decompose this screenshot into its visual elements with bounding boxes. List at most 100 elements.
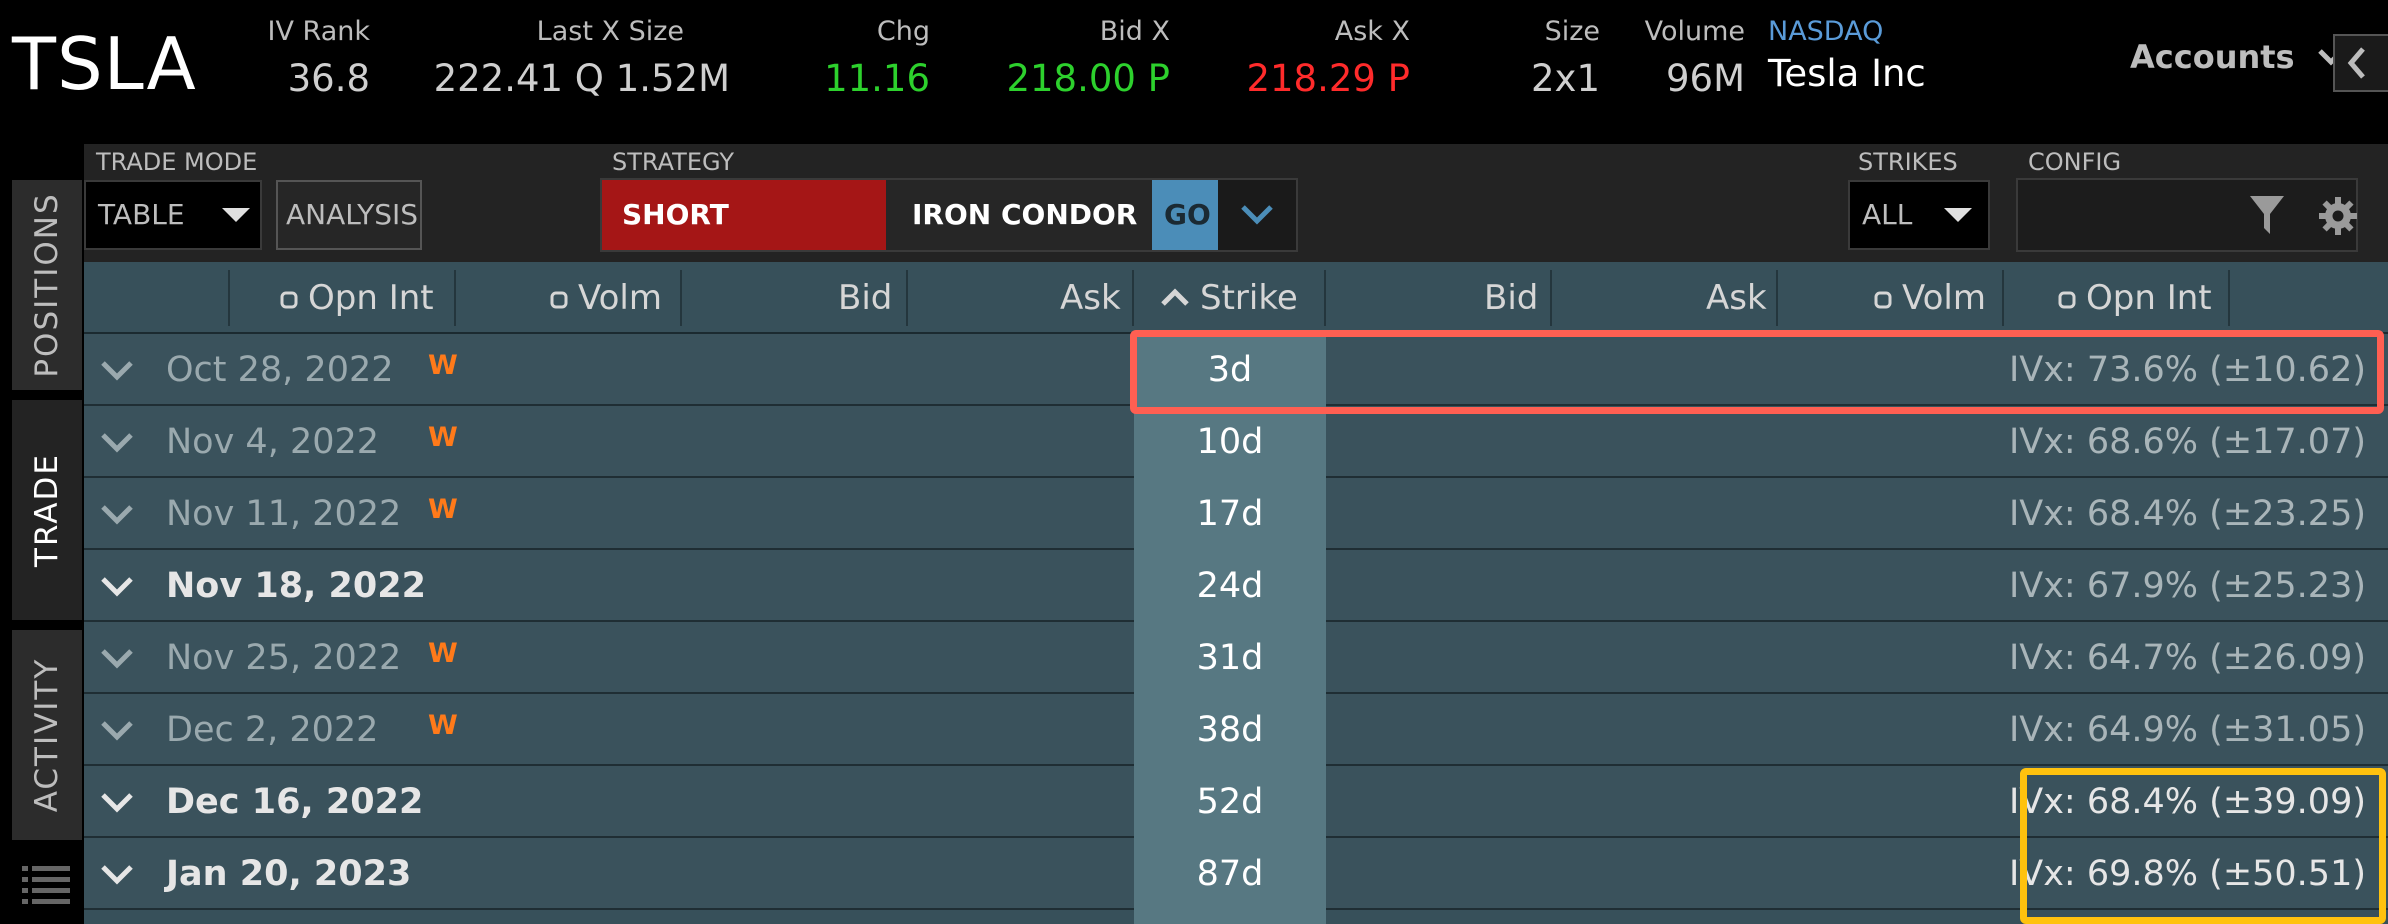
tab-label: POSITIONS — [29, 192, 65, 378]
column-header-label: Volm — [1902, 278, 1986, 318]
expiration-date: Dec 2, 2022 — [166, 710, 379, 750]
tab-positions[interactable]: POSITIONS — [12, 180, 82, 390]
column-divider — [2002, 270, 2004, 326]
column-divider — [228, 270, 230, 326]
trade-mode-label: TRADE MODE — [96, 148, 258, 176]
column-divider — [1776, 270, 1778, 326]
chevron-down-icon[interactable] — [100, 864, 134, 886]
strategy-options-button[interactable] — [1218, 180, 1296, 250]
stat-label: Last X Size — [536, 16, 684, 47]
gear-icon[interactable] — [2318, 196, 2358, 236]
column-toggle-icon — [1874, 291, 1892, 308]
weekly-badge: W — [428, 350, 458, 381]
column-header-ask-puts[interactable]: Ask — [1706, 262, 1767, 334]
expiration-date: Nov 4, 2022 — [166, 422, 380, 462]
stat-ask-x: Ask X 218.29 P — [1220, 16, 1410, 100]
company-name: Tesla Inc — [1768, 52, 1926, 95]
chevron-down-icon[interactable] — [100, 720, 134, 742]
chevron-down-icon — [1241, 205, 1273, 225]
highlight-box-red — [1130, 330, 2384, 414]
analysis-label: ANALYSIS — [286, 198, 419, 231]
strategy-label: STRATEGY — [612, 148, 735, 176]
strategy-name-dropdown[interactable]: IRON CONDOR — [886, 180, 1152, 250]
chevron-down-icon[interactable] — [100, 504, 134, 526]
stat-value: 218.29 P — [1246, 57, 1410, 100]
tab-label: TRADE — [29, 453, 65, 567]
expiration-date: Nov 25, 2022 — [166, 638, 402, 678]
column-header-label: Opn Int — [308, 278, 434, 318]
option-chain-header: Opn Int Volm Bid Ask Strike Bid Ask Volm… — [84, 262, 2388, 334]
column-header-label: Volm — [578, 278, 662, 318]
accounts-dropdown[interactable]: Accounts — [2130, 38, 2295, 76]
tab-activity[interactable]: ACTIVITY — [12, 630, 82, 840]
collapse-panel-button[interactable] — [2333, 34, 2388, 92]
go-label: GO — [1164, 198, 1211, 231]
column-header-opn-int-puts[interactable]: Opn Int — [2058, 262, 2212, 334]
weekly-badge: W — [428, 422, 458, 453]
days-to-expiration: 17d — [1196, 494, 1264, 534]
days-to-expiration: 31d — [1196, 638, 1264, 678]
stat-size: Size 2x1 — [1530, 16, 1600, 100]
expiration-date: Oct 28, 2022 — [166, 350, 394, 390]
column-divider — [454, 270, 456, 326]
column-header-label: Opn Int — [2086, 278, 2212, 318]
caret-down-icon — [222, 208, 250, 222]
column-divider — [2228, 270, 2230, 326]
strategy-side-label: SHORT — [622, 198, 729, 231]
days-to-expiration: 38d — [1196, 710, 1264, 750]
column-header-ask-calls[interactable]: Ask — [1060, 262, 1121, 334]
stat-label: Bid X — [1099, 16, 1170, 47]
chevron-left-icon — [2347, 47, 2365, 79]
column-header-label: Strike — [1200, 278, 1298, 318]
chevron-down-icon[interactable] — [100, 792, 134, 814]
ivx-value: IVx: 64.7% (±26.09) — [2008, 638, 2366, 678]
column-toggle-icon — [280, 291, 298, 308]
column-divider — [680, 270, 682, 326]
column-header-volm-calls[interactable]: Volm — [550, 262, 662, 334]
column-divider — [906, 270, 908, 326]
column-header-bid-puts[interactable]: Bid — [1484, 262, 1538, 334]
exchange-label: NASDAQ — [1768, 16, 1884, 47]
days-to-expiration-column: 3d 10d 17d 24d 31d 38d 52d 87d — [1134, 334, 1326, 924]
strikes-dropdown[interactable]: ALL — [1848, 180, 1990, 250]
stat-value: 11.16 — [824, 57, 930, 100]
weekly-badge: W — [428, 710, 458, 741]
chevron-down-icon[interactable] — [100, 360, 134, 382]
strikes-label: STRIKES — [1858, 148, 1958, 176]
caret-down-icon — [1944, 208, 1972, 222]
expiration-date: Dec 16, 2022 — [166, 782, 424, 822]
column-header-opn-int-calls[interactable]: Opn Int — [280, 262, 434, 334]
days-to-expiration: 24d — [1196, 566, 1264, 606]
highlight-box-yellow — [2020, 768, 2386, 924]
weekly-badge: W — [428, 494, 458, 525]
stat-label: Chg — [876, 16, 930, 47]
list-menu-icon[interactable] — [20, 862, 72, 906]
stat-label: Size — [1544, 16, 1600, 47]
tab-label: ACTIVITY — [29, 657, 65, 813]
ivx-value: IVx: 68.4% (±23.25) — [2008, 494, 2366, 534]
column-header-volm-puts[interactable]: Volm — [1874, 262, 1986, 334]
stat-value: 222.41 Q 1.52M — [433, 57, 730, 100]
trade-mode-dropdown[interactable]: TABLE — [84, 180, 262, 250]
filter-icon[interactable] — [2248, 194, 2286, 236]
sort-ascending-icon — [1161, 287, 1189, 306]
stat-value: 2x1 — [1531, 57, 1600, 100]
ticker-symbol: TSLA — [12, 22, 197, 106]
column-header-strike[interactable]: Strike — [1160, 262, 1298, 334]
stat-label: Ask X — [1334, 16, 1410, 47]
stat-last-x-size: Last X Size 222.41 Q 1.52M — [420, 16, 730, 100]
days-to-expiration: 52d — [1196, 782, 1264, 822]
tab-trade[interactable]: TRADE — [12, 400, 82, 620]
chevron-down-icon[interactable] — [100, 432, 134, 454]
chevron-down-icon[interactable] — [100, 648, 134, 670]
trade-mode-value: TABLE — [98, 198, 185, 231]
strategy-side-button[interactable]: SHORT — [602, 180, 886, 250]
column-header-bid-calls[interactable]: Bid — [838, 262, 892, 334]
go-button[interactable]: GO — [1152, 180, 1218, 250]
chevron-down-icon[interactable] — [100, 576, 134, 598]
stat-value: 96M — [1665, 57, 1745, 100]
expiration-date: Nov 18, 2022 — [166, 566, 426, 606]
column-divider — [1324, 270, 1326, 326]
analysis-button[interactable]: ANALYSIS — [276, 180, 422, 250]
days-to-expiration: 87d — [1196, 854, 1264, 894]
